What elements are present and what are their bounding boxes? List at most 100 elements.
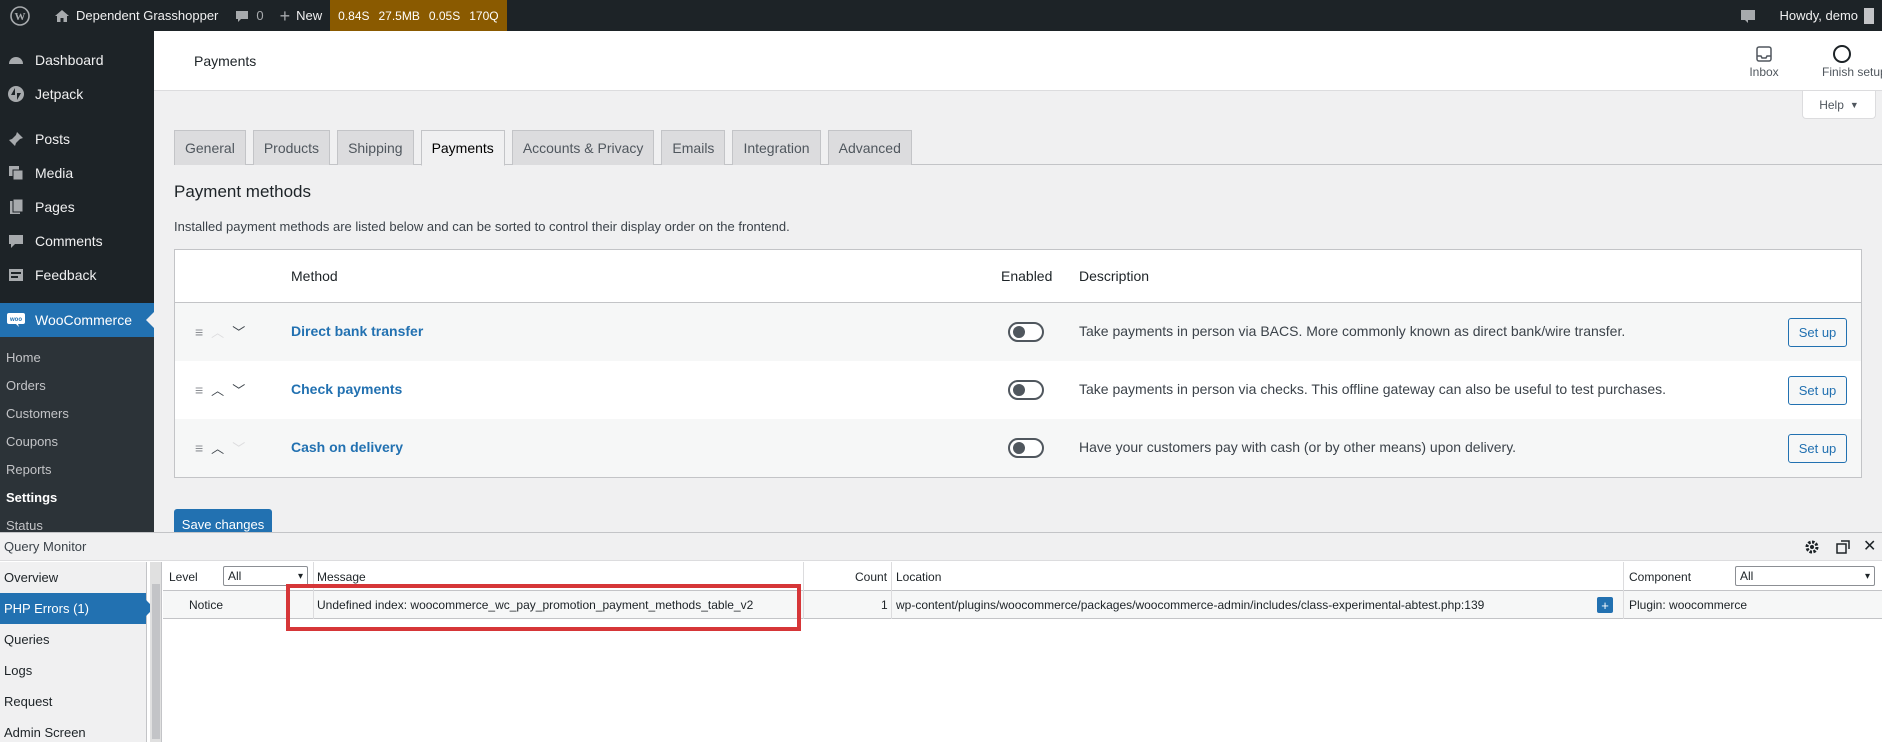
enabled-toggle[interactable] [1008, 380, 1044, 400]
tab-integration[interactable]: Integration [732, 130, 821, 165]
query-monitor-stats[interactable]: 0.84S 27.5MB 0.05S 170Q [330, 0, 507, 31]
settings-tabs: General Products Shipping Payments Accou… [174, 130, 1882, 166]
qm-scrollbar[interactable] [150, 562, 162, 742]
comments-count: 0 [256, 8, 264, 23]
menu-media[interactable]: Media [0, 156, 154, 190]
help-tab[interactable]: Help ▼ [1802, 91, 1876, 119]
submenu-status[interactable]: Status [0, 511, 154, 533]
menu-comments[interactable]: Comments [0, 224, 154, 258]
submenu-customers[interactable]: Customers [0, 399, 154, 427]
gear-icon[interactable] [1804, 539, 1820, 558]
menu-jetpack[interactable]: Jetpack [0, 77, 154, 111]
new-content-link[interactable]: + New [272, 0, 331, 31]
chevron-down-icon[interactable]: ﹀ [232, 322, 245, 341]
qm-count: 1 [881, 598, 888, 612]
woo-icon: woo [6, 310, 26, 330]
payment-methods-table: Method Enabled Description ≡ ︿ ﹀ Direct … [174, 249, 1862, 478]
menu-woocommerce[interactable]: woo WooCommerce [0, 303, 154, 337]
highlight-annotation [286, 584, 801, 631]
qm-nav-request[interactable]: Request [0, 686, 146, 717]
qm-nav-php-errors[interactable]: PHP Errors (1) [0, 593, 154, 624]
caret-down-icon: ▼ [1849, 99, 1859, 110]
wordpress-logo-icon[interactable]: W [0, 0, 46, 31]
tab-general[interactable]: General [174, 130, 246, 165]
close-icon[interactable]: ✕ [1863, 539, 1876, 555]
menu-label: WooCommerce [35, 312, 132, 328]
avatar [1864, 7, 1874, 24]
qm-col-count: Count [855, 570, 888, 584]
site-name-link[interactable]: Dependent Grasshopper [46, 0, 226, 31]
set-up-button[interactable]: Set up [1788, 434, 1847, 463]
table-row: ≡ ︿ ﹀ Direct bank transfer Take payments… [175, 303, 1861, 361]
sort-controls: ≡ ︿ ﹀ [195, 380, 245, 399]
media-icon [6, 163, 26, 183]
submenu-settings[interactable]: Settings [0, 483, 154, 511]
chevron-up-icon[interactable]: ︿ [211, 322, 224, 341]
dashboard-icon [6, 50, 26, 70]
qm-nav-logs[interactable]: Logs [0, 655, 146, 686]
inbox-button[interactable]: Inbox [1724, 43, 1804, 79]
level-filter-select[interactable]: All ▾ [223, 566, 308, 586]
progress-ring-icon [1833, 45, 1851, 63]
woocommerce-header: Payments Inbox Finish setup [154, 31, 1882, 91]
tab-advanced[interactable]: Advanced [827, 130, 912, 165]
menu-pages[interactable]: Pages [0, 190, 154, 224]
component-filter-select[interactable]: All ▾ [1735, 566, 1875, 586]
menu-feedback[interactable]: Feedback [0, 258, 154, 292]
method-name-link[interactable]: Direct bank transfer [291, 323, 423, 339]
chevron-down-icon[interactable]: ﹀ [232, 380, 245, 399]
qm-col-location: Location [896, 570, 942, 584]
menu-label: Posts [35, 131, 71, 147]
menu-label: Media [35, 165, 74, 181]
menu-label: Jetpack [35, 86, 84, 102]
new-label: New [296, 8, 323, 23]
comments-link[interactable]: 0 [226, 0, 271, 31]
qm-nav-admin-screen[interactable]: Admin Screen [0, 717, 146, 742]
notifications-link[interactable] [1731, 0, 1771, 31]
enabled-toggle[interactable] [1008, 438, 1044, 458]
toggle-position-icon[interactable] [1835, 539, 1851, 558]
tab-accounts-privacy[interactable]: Accounts & Privacy [511, 130, 655, 165]
menu-label: Comments [35, 233, 103, 249]
chevron-up-icon[interactable]: ︿ [211, 438, 224, 457]
menu-dashboard[interactable]: Dashboard [0, 43, 154, 77]
admin-sidebar: Dashboard Jetpack Posts Media Pages Comm… [0, 31, 154, 532]
method-description: Have your customers pay with cash (or by… [1079, 439, 1517, 455]
method-description: Take payments in person via checks. This… [1079, 381, 1667, 397]
my-account-link[interactable]: Howdy, demo [1771, 0, 1882, 31]
qm-nav-queries[interactable]: Queries [0, 624, 146, 655]
notification-icon [1741, 9, 1756, 23]
expand-stack-button[interactable]: + [1597, 597, 1613, 613]
submenu-coupons[interactable]: Coupons [0, 427, 154, 455]
drag-handle-icon[interactable]: ≡ [195, 440, 203, 456]
drag-handle-icon[interactable]: ≡ [195, 324, 203, 340]
method-name-link[interactable]: Cash on delivery [291, 439, 403, 455]
pages-icon [6, 197, 26, 217]
query-monitor-panel: Query Monitor ✕ Overview PHP Errors (1) … [0, 532, 1882, 742]
method-name-link[interactable]: Check payments [291, 381, 402, 397]
tab-shipping[interactable]: Shipping [337, 130, 414, 165]
qm-col-message: Message [317, 570, 366, 584]
col-enabled: Enabled [1001, 268, 1053, 284]
submenu-reports[interactable]: Reports [0, 455, 154, 483]
qm-nav: Overview PHP Errors (1) Queries Logs Req… [0, 562, 154, 742]
section-description: Installed payment methods are listed bel… [174, 219, 790, 234]
finish-setup-button[interactable]: Finish setup [1802, 43, 1882, 79]
submenu-orders[interactable]: Orders [0, 371, 154, 399]
tab-emails[interactable]: Emails [661, 130, 726, 165]
submenu-home[interactable]: Home [0, 343, 154, 371]
admin-bar: W Dependent Grasshopper 0 + New 0.84S 27… [0, 0, 1882, 31]
menu-posts[interactable]: Posts [0, 122, 154, 156]
section-title: Payment methods [174, 182, 312, 201]
table-row: ≡ ︿ ﹀ Cash on delivery Have your custome… [175, 419, 1861, 477]
tab-products[interactable]: Products [252, 130, 331, 165]
qm-nav-overview[interactable]: Overview [0, 562, 146, 593]
chevron-up-icon[interactable]: ︿ [211, 380, 224, 399]
drag-handle-icon[interactable]: ≡ [195, 382, 203, 398]
tab-payments[interactable]: Payments [420, 130, 505, 166]
enabled-toggle[interactable] [1008, 322, 1044, 342]
set-up-button[interactable]: Set up [1788, 376, 1847, 405]
feedback-icon [6, 265, 26, 285]
chevron-down-icon[interactable]: ﹀ [232, 438, 245, 457]
set-up-button[interactable]: Set up [1788, 318, 1847, 347]
